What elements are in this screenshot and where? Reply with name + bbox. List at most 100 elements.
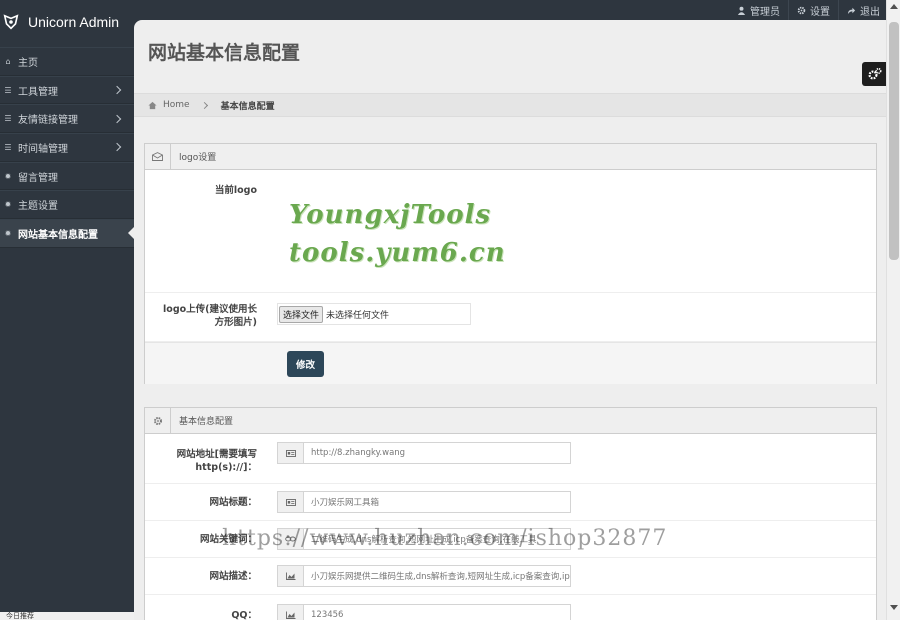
- sidebar-item-home[interactable]: ⌂ 主页: [0, 47, 134, 76]
- home-icon: [148, 101, 157, 109]
- chevron-right-icon: [112, 114, 122, 123]
- list-icon: ☰: [4, 85, 12, 95]
- description-input-group: 小刀娱乐网提供二维码生成,dns解析查询,短网址生成,icp备案查询,ip: [277, 565, 571, 587]
- site-url-input-group: http://8.zhangky.wang: [277, 442, 571, 464]
- sidebar-item-label: 留言管理: [18, 172, 58, 184]
- logo-upload-label: logo上传(建议使用长方形图片): [163, 304, 257, 328]
- chevron-right-icon: [200, 101, 208, 109]
- brand[interactable]: Unicorn Admin: [0, 0, 134, 44]
- file-status: 未选择任何文件: [326, 310, 390, 321]
- basic-info-box: 基本信息配置 网站地址[需要填写http(s)://]： http://8.zh…: [144, 407, 877, 620]
- sidebar: ⌂ 主页 ☰ 工具管理 ☰ 友情链接管理 ☰ 时间轴管理 ✹ 留言管理 ✹ 主题…: [0, 47, 134, 620]
- file-input[interactable]: 选择文件 未选择任何文件: [277, 303, 471, 325]
- site-title-input-group: 小刀娱乐网工具箱: [277, 491, 571, 513]
- topbar-settings-label: 设置: [810, 6, 830, 18]
- logo-image-line2: tools.yum6.cn: [289, 238, 506, 268]
- description-control: 小刀娱乐网提供二维码生成,dns解析查询,短网址生成,icp备案查询,ip: [265, 565, 571, 587]
- gear-icon: [145, 407, 171, 434]
- gear-icon: ✹: [4, 171, 12, 181]
- info-box-header: 基本信息配置: [145, 407, 876, 434]
- current-logo-preview: YoungxjTools tools.yum6.cn: [265, 184, 506, 292]
- sidebar-item-label: 主题设置: [18, 201, 58, 213]
- gear-icon: ✹: [4, 200, 12, 210]
- sidebar-item-label: 工具管理: [18, 86, 58, 98]
- keywords-input-group: 二维码生成,dns解析查询,短网址生成,icp备案查询,在线工具: [277, 528, 571, 550]
- description-label: 网站描述：: [209, 570, 257, 582]
- gear-icon: ✹: [4, 228, 12, 238]
- scroll-down-arrow-icon[interactable]: [890, 605, 898, 610]
- choose-file-button[interactable]: 选择文件: [279, 305, 324, 323]
- logo-image-line1: YoungxjTools: [289, 200, 492, 230]
- top-bar: 管理员 设置 退出: [729, 0, 888, 20]
- topbar-logout[interactable]: 退出: [838, 0, 888, 20]
- page-title: 网站基本信息配置: [148, 43, 301, 64]
- site-url-control: http://8.zhangky.wang: [265, 442, 571, 483]
- id-card-icon: [278, 492, 304, 512]
- sidebar-item-links[interactable]: ☰ 友情链接管理: [0, 104, 134, 134]
- id-card-icon: [278, 443, 304, 463]
- qq-input-group: 123456: [277, 604, 571, 620]
- logo-form-actions: 修改: [145, 342, 876, 384]
- qq-control: 123456: [265, 604, 571, 620]
- info-box-title: 基本信息配置: [179, 417, 234, 427]
- modify-logo-button[interactable]: 修改: [287, 350, 325, 377]
- field-row-keywords: 网站关键词： 二维码生成,dns解析查询,短网址生成,icp备案查询,在线工具: [145, 521, 876, 558]
- topbar-settings[interactable]: 设置: [788, 0, 838, 20]
- qq-label: QQ：: [231, 609, 257, 620]
- list-icon: ☰: [4, 142, 12, 152]
- style-switcher-button[interactable]: [862, 62, 886, 86]
- sidebar-item-timeline[interactable]: ☰ 时间轴管理: [0, 133, 134, 162]
- brand-name: Unicorn Admin: [28, 14, 120, 30]
- chart-icon: [278, 605, 304, 620]
- content-area: 网站基本信息配置 Home 基本信息配置 logo设置 当前logo Young…: [134, 20, 886, 620]
- topbar-logout-label: 退出: [860, 6, 880, 18]
- sidebar-item-label: 友情链接管理: [18, 115, 78, 127]
- breadcrumb-current: 基本信息配置: [220, 101, 275, 112]
- sidebar-item-label: 时间轴管理: [18, 143, 68, 155]
- unicorn-logo-icon: [3, 14, 19, 30]
- sidebar-item-label: 网站基本信息配置: [18, 229, 98, 241]
- chevron-right-icon: [112, 143, 122, 152]
- keywords-input[interactable]: 二维码生成,dns解析查询,短网址生成,icp备案查询,在线工具: [304, 529, 570, 549]
- logo-settings-box: logo设置 当前logo YoungxjTools tools.yum6.cn…: [144, 143, 877, 384]
- sidebar-item-tools[interactable]: ☰ 工具管理: [0, 75, 134, 105]
- logo-upload-row: logo上传(建议使用长方形图片) 选择文件 未选择任何文件: [145, 293, 876, 342]
- field-row-qq: QQ： 123456: [145, 595, 876, 620]
- topbar-admin[interactable]: 管理员: [729, 0, 788, 20]
- qq-input[interactable]: 123456: [304, 605, 570, 620]
- gears-icon: [868, 67, 882, 80]
- breadcrumb-home[interactable]: Home: [163, 100, 190, 110]
- share-icon: [847, 7, 856, 14]
- home-icon: ⌂: [5, 56, 11, 66]
- sidebar-item-theme[interactable]: ✹ 主题设置: [0, 190, 134, 220]
- envelope-icon: [145, 143, 171, 170]
- keywords-control: 二维码生成,dns解析查询,短网址生成,icp备案查询,在线工具: [265, 528, 571, 550]
- field-row-site-title: 网站标题： 小刀娱乐网工具箱: [145, 484, 876, 521]
- chevron-right-icon: [112, 85, 122, 95]
- sidebar-item-label: 主页: [18, 57, 38, 69]
- site-url-label: 网站地址[需要填写http(s)://]：: [176, 449, 257, 473]
- list-icon: ☰: [4, 114, 12, 124]
- keywords-label: 网站关键词：: [199, 533, 257, 545]
- page-scrollbar[interactable]: [886, 0, 900, 620]
- sidebar-item-site-config[interactable]: ✹ 网站基本信息配置: [0, 219, 134, 248]
- description-input[interactable]: 小刀娱乐网提供二维码生成,dns解析查询,短网址生成,icp备案查询,ip: [304, 566, 570, 586]
- scroll-up-arrow-icon[interactable]: [890, 4, 898, 9]
- site-title-input[interactable]: 小刀娱乐网工具箱: [304, 492, 570, 512]
- topbar-admin-label: 管理员: [750, 6, 780, 18]
- gear-icon: [797, 6, 806, 14]
- current-logo-label: 当前logo: [214, 185, 257, 196]
- user-icon: [737, 6, 746, 15]
- scroll-thumb[interactable]: [889, 22, 899, 260]
- logo-box-title: logo设置: [179, 153, 217, 163]
- status-bar: 今日推荐: [0, 612, 134, 620]
- site-title-control: 小刀娱乐网工具箱: [265, 491, 571, 513]
- field-row-description: 网站描述： 小刀娱乐网提供二维码生成,dns解析查询,短网址生成,icp备案查询…: [145, 558, 876, 595]
- field-row-site-url: 网站地址[需要填写http(s)://]： http://8.zhangky.w…: [145, 434, 876, 484]
- link-icon: [278, 529, 304, 549]
- breadcrumb: Home 基本信息配置: [134, 93, 886, 117]
- logo-upload-control: 选择文件 未选择任何文件: [265, 303, 471, 341]
- site-url-input[interactable]: http://8.zhangky.wang: [304, 443, 570, 463]
- logo-box-header: logo设置: [145, 143, 876, 170]
- sidebar-item-messages[interactable]: ✹ 留言管理: [0, 161, 134, 191]
